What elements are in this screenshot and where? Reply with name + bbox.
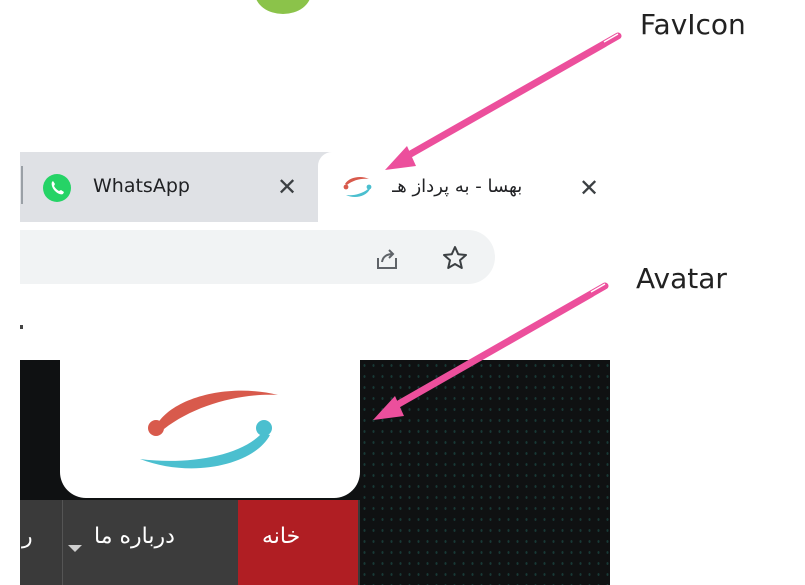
favicon [340, 172, 374, 202]
whatsapp-icon [43, 174, 71, 202]
star-icon[interactable] [441, 244, 469, 272]
favicon-annotation-label: FavIcon [640, 8, 746, 41]
tab-whatsapp-close-icon[interactable]: ✕ [277, 173, 297, 201]
favicon-arrow [385, 32, 622, 170]
site-logo[interactable] [130, 375, 290, 485]
tab-whatsapp-label: WhatsApp [93, 175, 190, 197]
nav-about-label: درباره ما [94, 524, 175, 549]
chevron-down-icon [68, 545, 82, 552]
background-pattern [360, 360, 610, 585]
nav-item-partial-label[interactable]: ر [22, 524, 33, 549]
nav-home-label: خانه [262, 524, 301, 549]
avatar-annotation-label: Avatar [636, 262, 727, 295]
tab-active-label: بهسا - به پرداز هـ [392, 176, 523, 197]
address-bar[interactable] [20, 230, 495, 284]
tab-active-close-icon[interactable]: ✕ [579, 174, 599, 202]
share-icon[interactable] [374, 246, 400, 272]
divider-mark [20, 325, 23, 329]
tab-separator [21, 166, 23, 204]
green-circle [255, 0, 311, 14]
